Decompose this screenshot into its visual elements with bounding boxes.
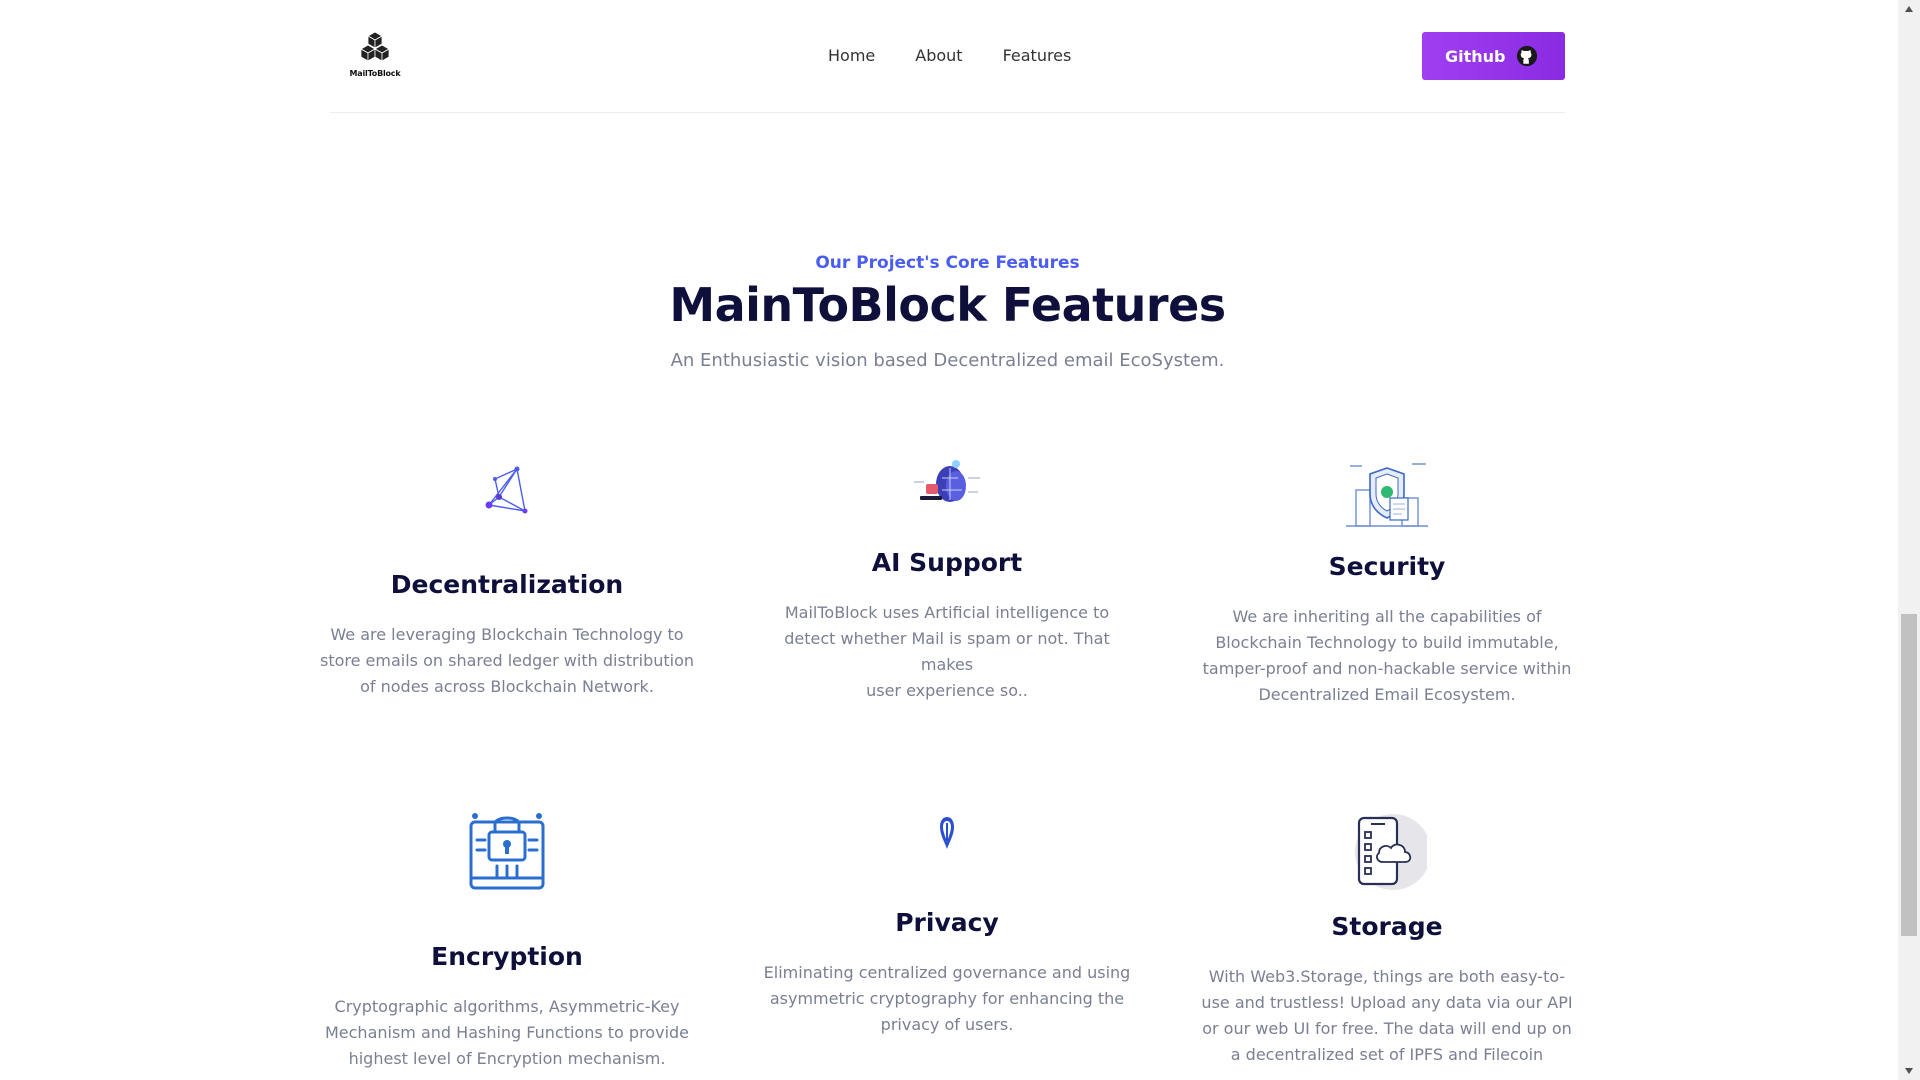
github-icon	[1516, 45, 1537, 67]
github-button[interactable]: Github	[1422, 32, 1565, 80]
main-nav: Home About Features	[828, 46, 1071, 65]
feature-encryption: Encryption Cryptographic algorithms, Asy…	[317, 810, 697, 1072]
feature-description: Cryptographic algorithms, Asymmetric-Key…	[324, 997, 690, 1068]
nav-features[interactable]: Features	[1003, 46, 1072, 65]
feature-title: AI Support	[871, 548, 1023, 577]
section-title: MainToBlock Features	[669, 278, 1226, 332]
scroll-down-icon[interactable]	[1905, 1068, 1913, 1074]
page-scrollbar[interactable]	[1898, 0, 1920, 1080]
logo[interactable]: MailToBlock	[340, 30, 410, 82]
feature-storage: Storage With Web3.Storage, things are bo…	[1197, 808, 1577, 1068]
page: MailToBlock Home About Features Github O…	[0, 0, 1898, 1080]
shield-security-icon	[1346, 463, 1428, 527]
feature-ai-support: AI Support MailToBlock uses Artificial i…	[757, 458, 1137, 704]
feature-description: MailToBlock uses Artificial intelligence…	[784, 603, 1110, 700]
feature-description: With Web3.Storage, things are both easy-…	[1201, 967, 1573, 1064]
ai-brain-icon	[914, 460, 980, 502]
site-header: MailToBlock Home About Features Github	[330, 0, 1565, 113]
feature-security: Security We are inheriting all the capab…	[1197, 460, 1577, 708]
cubes-logo-icon	[360, 31, 390, 62]
feature-title: Privacy	[895, 908, 999, 937]
section-subtitle: An Enthusiastic vision based Decentraliz…	[670, 350, 1225, 371]
feature-description: We are inheriting all the capabilities o…	[1202, 607, 1572, 704]
cloud-storage-icon	[1355, 814, 1427, 890]
scrollbar-thumb[interactable]	[1901, 614, 1917, 936]
network-icon	[485, 466, 528, 514]
feature-title: Encryption	[431, 942, 583, 971]
scroll-up-icon[interactable]	[1905, 6, 1913, 12]
nav-home[interactable]: Home	[828, 46, 875, 65]
feature-decentralization: Decentralization We are leveraging Block…	[317, 465, 697, 700]
nav-about[interactable]: About	[915, 46, 962, 65]
feature-description: We are leveraging Blockchain Technology …	[319, 625, 695, 696]
privacy-pin-icon	[940, 817, 954, 849]
feature-title: Security	[1328, 552, 1446, 581]
feature-privacy: Privacy Eliminating centralized governan…	[757, 815, 1137, 1038]
feature-description: Eliminating centralized governance and u…	[763, 963, 1131, 1034]
section-eyebrow: Our Project's Core Features	[815, 253, 1080, 273]
logo-text: MailToBlock	[349, 69, 401, 78]
feature-title: Decentralization	[390, 570, 624, 599]
feature-title: Storage	[1331, 912, 1443, 941]
encryption-lock-icon	[469, 813, 545, 890]
github-button-label: Github	[1445, 46, 1506, 66]
